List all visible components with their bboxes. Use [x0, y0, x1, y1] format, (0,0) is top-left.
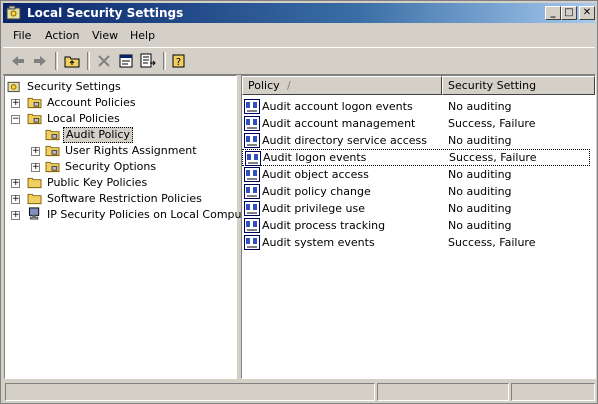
expand-button[interactable]: +: [11, 195, 20, 204]
tree-label: Software Restriction Policies: [47, 192, 202, 205]
policy-name: Audit system events: [262, 236, 375, 249]
toolbar-separator: [87, 52, 90, 70]
status-cell: [511, 383, 595, 401]
tree-label: Security Settings: [27, 80, 121, 93]
policy-name: Audit logon events: [263, 151, 367, 164]
tree-label: IP Security Policies on Local Computer: [47, 208, 258, 221]
policy-icon: [244, 184, 260, 199]
menu-file[interactable]: File: [13, 29, 31, 42]
list-item[interactable]: Audit account logon events No auditing: [242, 98, 590, 115]
list-item[interactable]: Audit system events Success, Failure: [242, 234, 590, 251]
policy-icon: [244, 116, 260, 131]
tree-label: Local Policies: [47, 112, 120, 125]
svg-text:?: ?: [176, 57, 181, 68]
expand-button[interactable]: +: [31, 147, 40, 156]
policy-setting: No auditing: [448, 134, 512, 147]
folder-icon: [27, 193, 42, 205]
menu-bar: File Action View Help: [3, 25, 595, 46]
toolbar-separator: [55, 52, 58, 70]
policy-name: Audit process tracking: [262, 219, 386, 232]
back-icon[interactable]: [9, 52, 27, 70]
policy-name: Audit object access: [262, 168, 369, 181]
policy-icon: [244, 167, 260, 182]
help-icon[interactable]: ?: [171, 52, 189, 70]
app-window: Local Security Settings _ □ ✕ File Actio…: [0, 0, 598, 404]
folder-icon: [27, 177, 42, 189]
folder-open-lock-icon: [27, 113, 42, 125]
expand-button[interactable]: +: [31, 163, 40, 172]
policy-name: Audit directory service access: [262, 134, 428, 147]
folder-lock-icon: [27, 97, 42, 109]
delete-icon[interactable]: [95, 52, 113, 70]
up-folder-icon[interactable]: [63, 52, 81, 70]
toolbar-separator: [163, 52, 166, 70]
list-item[interactable]: Audit directory service access No auditi…: [242, 132, 590, 149]
expand-button[interactable]: +: [11, 211, 20, 220]
status-bar: [3, 383, 595, 401]
list-item-selected[interactable]: Audit logon events Success, Failure: [242, 149, 590, 166]
list-item[interactable]: Audit account management Success, Failur…: [242, 115, 590, 132]
column-header-label: Security Setting: [448, 79, 537, 92]
tree-label: Security Options: [65, 160, 157, 173]
tree-label: Public Key Policies: [47, 176, 148, 189]
tree-label: Account Policies: [47, 96, 136, 109]
list-item[interactable]: Audit policy change No auditing: [242, 183, 590, 200]
properties-icon[interactable]: [117, 52, 135, 70]
list-item[interactable]: Audit process tracking No auditing: [242, 217, 590, 234]
minimize-button[interactable]: _: [545, 6, 561, 20]
column-header-policy[interactable]: Policy /: [242, 76, 442, 95]
list-pane[interactable]: Policy / Security Setting Audit account …: [241, 75, 596, 379]
folder-lock-icon: [45, 129, 60, 141]
window-title: Local Security Settings: [27, 6, 184, 20]
policy-name: Audit privilege use: [262, 202, 366, 215]
policy-setting: No auditing: [448, 168, 512, 181]
policy-setting: Success, Failure: [448, 236, 536, 249]
expand-button[interactable]: +: [11, 179, 20, 188]
forward-icon[interactable]: [31, 52, 49, 70]
policy-name: Audit account logon events: [262, 100, 413, 113]
security-settings-icon: [6, 5, 21, 20]
export-list-icon[interactable]: [139, 52, 157, 70]
policy-setting: No auditing: [448, 219, 512, 232]
policy-name: Audit policy change: [262, 185, 371, 198]
menu-action[interactable]: Action: [45, 29, 79, 42]
collapse-button[interactable]: −: [11, 115, 20, 124]
toolbar: ?: [3, 47, 595, 75]
policy-icon: [244, 201, 260, 216]
menu-help[interactable]: Help: [130, 29, 155, 42]
list-item[interactable]: Audit object access No auditing: [242, 166, 590, 183]
security-settings-icon: [7, 81, 20, 93]
policy-name: Audit account management: [262, 117, 416, 130]
status-cell: [5, 383, 375, 401]
expand-button[interactable]: +: [11, 99, 20, 108]
policy-setting: No auditing: [448, 100, 512, 113]
policy-setting: Success, Failure: [449, 151, 537, 164]
policy-icon: [244, 99, 260, 114]
menu-view[interactable]: View: [92, 29, 118, 42]
ip-security-icon: [28, 207, 40, 220]
status-cell: [377, 383, 509, 401]
policy-icon: [244, 235, 260, 250]
column-header-label: Policy: [248, 79, 280, 92]
policy-icon: [245, 151, 261, 166]
folder-lock-icon: [45, 161, 60, 173]
policy-icon: [244, 133, 260, 148]
close-button[interactable]: ✕: [579, 6, 595, 20]
policy-setting: No auditing: [448, 202, 512, 215]
tree-label: User Rights Assignment: [65, 144, 197, 157]
tree-label: Audit Policy: [63, 127, 133, 143]
folder-lock-icon: [45, 145, 60, 157]
maximize-button[interactable]: □: [561, 6, 577, 20]
title-bar[interactable]: Local Security Settings _ □ ✕: [3, 3, 595, 23]
column-header-security-setting[interactable]: Security Setting: [442, 76, 595, 95]
policy-icon: [244, 218, 260, 233]
tree-pane[interactable]: Security Settings + Account Policies − L…: [4, 75, 257, 379]
sort-indicator: /: [287, 79, 291, 92]
list-item[interactable]: Audit privilege use No auditing: [242, 200, 590, 217]
policy-setting: No auditing: [448, 185, 512, 198]
policy-setting: Success, Failure: [448, 117, 536, 130]
